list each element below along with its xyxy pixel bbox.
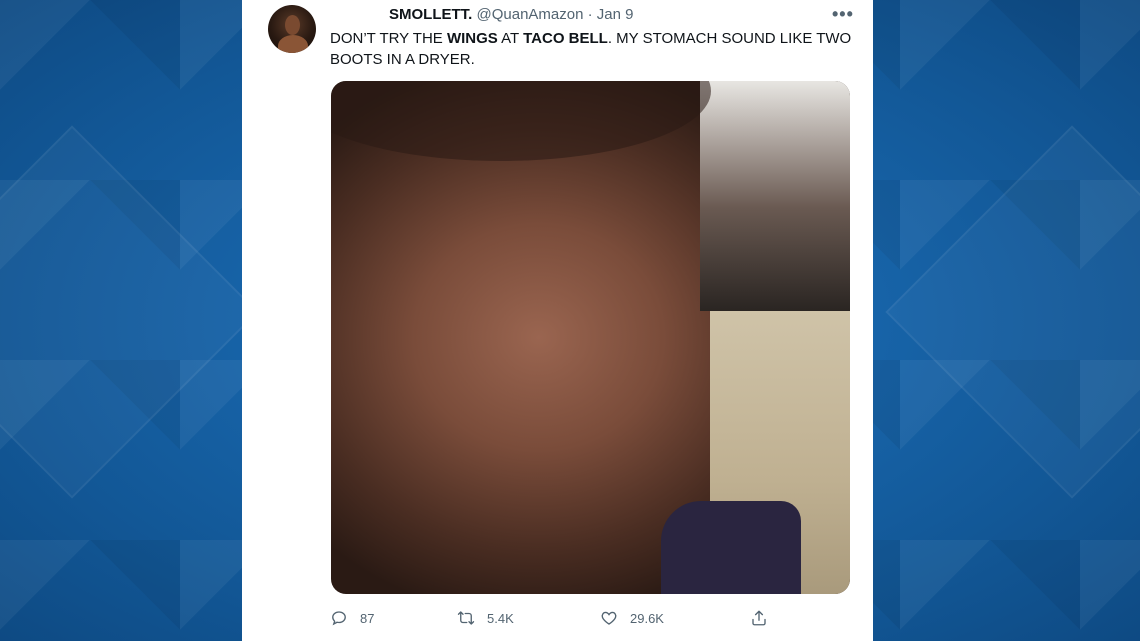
tweet-text-part: AT [497, 30, 524, 47]
tweet-photo[interactable] [331, 81, 850, 594]
handle[interactable]: @QuanAmazon [477, 6, 584, 23]
avatar-shoulder [278, 35, 308, 53]
tweet-text: DON’T TRY THE WINGS AT TACO BELL. MY STO… [330, 28, 860, 70]
tweet-text-part: DON’T TRY THE [330, 30, 447, 47]
retweet-button[interactable]: 5.4K [457, 606, 514, 630]
more-options-icon[interactable]: ••• [832, 4, 853, 24]
tweet-actions: 87 5.4K 29.6K [330, 606, 830, 630]
like-button[interactable]: 29.6K [600, 606, 664, 630]
tweet-date[interactable]: Jan 9 [597, 6, 634, 23]
tweet-header: SMOLLETT. @QuanAmazon · Jan 9 [330, 6, 634, 24]
like-count: 29.6K [630, 610, 664, 626]
share-button[interactable] [750, 606, 768, 630]
share-icon [752, 610, 766, 626]
avatar-face [285, 15, 300, 35]
avatar[interactable] [268, 5, 316, 53]
separator: · [587, 6, 593, 23]
photo-shirt [661, 501, 801, 594]
reply-button[interactable]: 87 [330, 606, 374, 630]
reply-count: 87 [360, 610, 375, 626]
photo-background-window [700, 81, 850, 311]
display-name[interactable]: SMOLLETT. [389, 6, 472, 23]
retweet-icon [457, 611, 475, 625]
reply-icon [332, 611, 346, 626]
tweet-text-bold: WINGS [446, 30, 498, 47]
tweet-text-bold: TACO BELL [523, 30, 608, 47]
retweet-count: 5.4K [487, 610, 514, 626]
photo-hair [331, 81, 711, 161]
heart-icon [601, 611, 617, 625]
